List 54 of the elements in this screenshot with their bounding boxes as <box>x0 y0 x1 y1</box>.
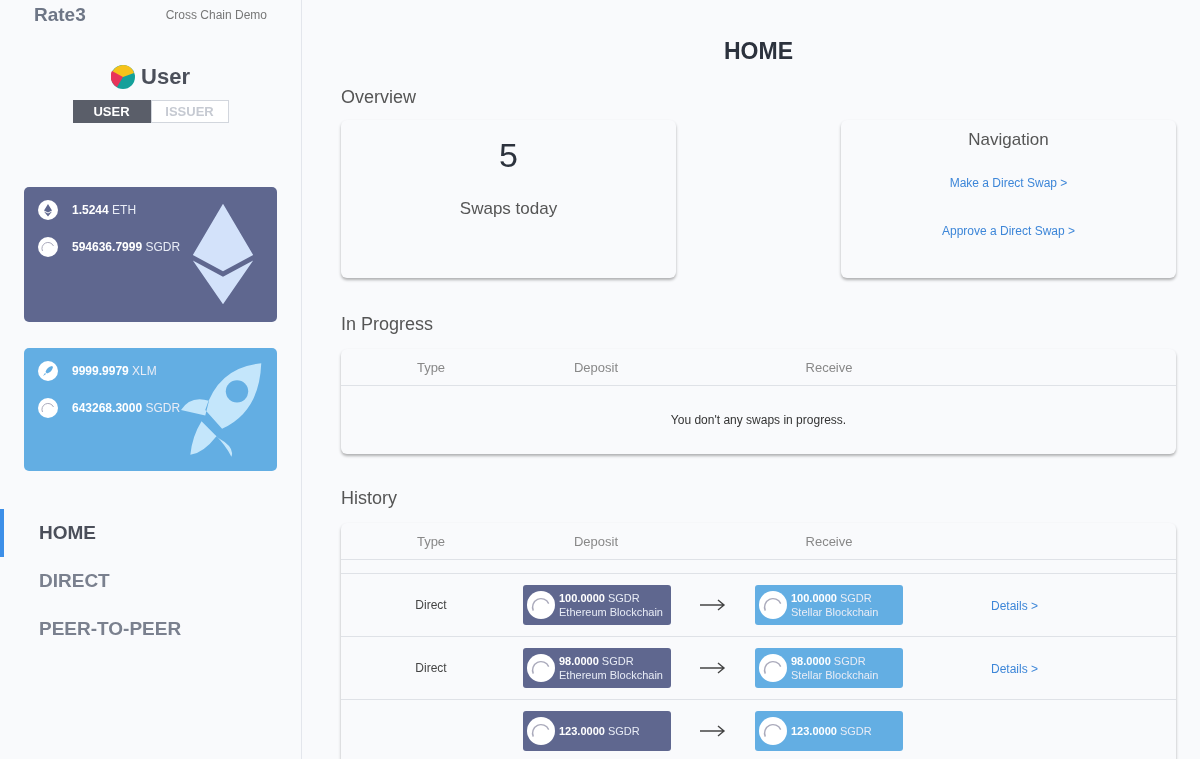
coin-icon <box>527 717 555 745</box>
coin-icon <box>527 591 555 619</box>
ethereum-icon <box>38 199 58 220</box>
type-cell-text: Direct <box>414 598 448 612</box>
chain-text: Ethereum Blockchain <box>559 669 663 681</box>
count-label: Swaps today <box>459 199 558 219</box>
page-title: HOME <box>723 38 794 65</box>
amount-text: 100.0000 SGDR <box>559 592 641 604</box>
amount-text: 123.0000 SGDR <box>559 725 640 737</box>
coin-icon <box>759 717 787 745</box>
column-header: Receive <box>804 359 854 375</box>
coin-icon <box>527 654 555 682</box>
arrow-icon <box>700 599 726 611</box>
logo: Rate3 <box>34 4 86 26</box>
coin-icon <box>759 591 787 619</box>
nav-item[interactable]: PEER-TO-PEER <box>0 605 301 653</box>
balance-text: 643268.3000 SGDR <box>72 400 181 415</box>
column-header: Deposit <box>572 533 620 549</box>
coin-icon <box>38 397 58 418</box>
card-title: Navigation <box>968 130 1049 150</box>
amount-text: 123.0000 SGDR <box>791 725 872 737</box>
section-heading: History <box>341 488 398 509</box>
empty-message: You don't any swaps in progress. <box>670 413 847 427</box>
arrow-icon <box>700 662 726 674</box>
nav-link[interactable]: Make a Direct Swap > <box>949 176 1068 190</box>
chain-text: Ethereum Blockchain <box>559 606 663 618</box>
coin-icon <box>759 654 787 682</box>
type-cell-text: Direct <box>414 661 448 675</box>
balance-text: 9999.9979 XLM <box>72 363 157 378</box>
profile-title: User <box>141 64 190 90</box>
column-header: Deposit <box>572 359 620 375</box>
nav-item[interactable]: DIRECT <box>0 557 301 605</box>
nav-item[interactable]: HOME <box>0 509 301 557</box>
amount-text: 98.0000 SGDR <box>791 655 867 667</box>
column-header: Type <box>415 533 447 549</box>
column-header: Receive <box>804 533 854 549</box>
amount-text: 100.0000 SGDR <box>791 592 873 604</box>
role-toggle[interactable]: USER <box>72 100 151 123</box>
column-header: Type <box>415 359 447 375</box>
arrow-icon <box>700 725 726 737</box>
chain-text: Stellar Blockchain <box>791 606 879 618</box>
details-link[interactable]: Details > <box>991 662 1039 676</box>
coin-icon <box>38 236 58 257</box>
nav-link[interactable]: Approve a Direct Swap > <box>941 224 1076 238</box>
details-link[interactable]: Details > <box>991 599 1039 613</box>
balance-text: 594636.7999 SGDR <box>72 239 181 254</box>
pie-icon <box>111 65 136 89</box>
section-heading: In Progress <box>341 314 435 335</box>
balance-text: 1.5244 ETH <box>72 202 137 217</box>
chain-text: Stellar Blockchain <box>791 669 879 681</box>
swap-count: 5 <box>499 136 518 175</box>
app-subtitle: Cross Chain Demo <box>165 8 267 22</box>
amount-text: 98.0000 SGDR <box>559 655 635 667</box>
section-heading: Overview <box>341 87 417 108</box>
